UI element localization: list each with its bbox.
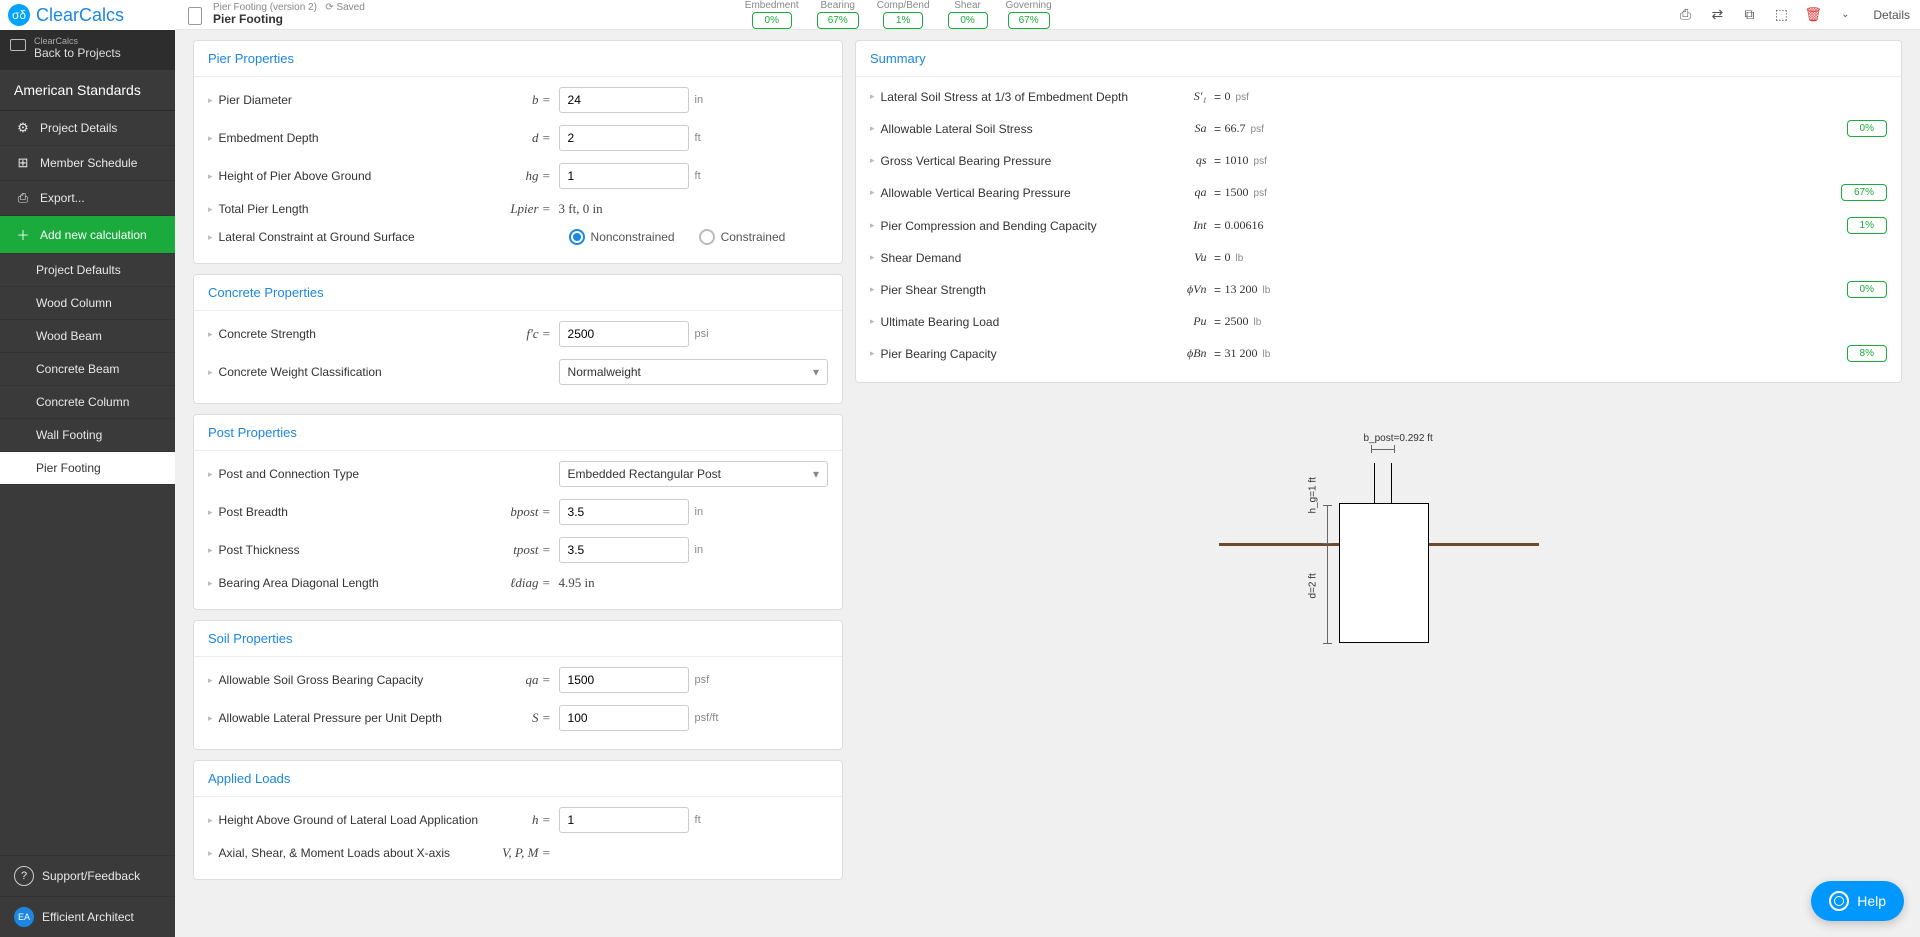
support-feedback[interactable]: ? Support/Feedback [0,855,175,896]
sidebar: σδ ClearCalcs ClearCalcs Back to Project… [0,0,175,937]
stat-compbend: Comp/Bend1% [877,0,930,29]
card-post-properties: Post Properties ▸Post and Connection Typ… [193,414,843,610]
calc-type-icon [185,4,203,26]
logo[interactable]: σδ ClearCalcs [0,0,175,30]
logo-icon: σδ [8,4,30,26]
card-summary: Summary ▸Lateral Soil Stress at 1/3 of E… [855,40,1902,383]
summary-row: ▸Shear DemandVu=0 lb [870,242,1887,273]
calc-concrete-beam[interactable]: Concrete Beam [0,353,175,386]
post-breadth-input[interactable] [559,499,689,525]
topbar: Pier Footing (version 2) ⟳ Saved Pier Fo… [175,0,1920,30]
card-concrete-properties: Concrete Properties ▸Concrete Strengthf'… [193,274,843,404]
share-button[interactable]: ⬚ [1773,7,1789,23]
details-button[interactable]: Details [1873,8,1910,22]
nav-project-details[interactable]: ⚙ Project Details [0,111,175,146]
plus-icon: ＋ [14,225,32,244]
radio-constrained[interactable]: Constrained [699,229,786,245]
concrete-strength-input[interactable] [559,321,689,347]
summary-row: ▸Pier Shear StrengthϕVn=13 200 lb0% [870,273,1887,306]
status-pills: Embedment0% Bearing67% Comp/Bend1% Shear… [745,0,1052,29]
stat-governing: Governing67% [1006,0,1052,29]
stat-shear: Shear0% [948,0,988,29]
logo-text: ClearCalcs [36,5,124,26]
print-button[interactable]: ⎙ [1677,7,1693,23]
summary-row: ▸Allowable Vertical Bearing Pressureqa=1… [870,176,1887,209]
stat-bearing: Bearing67% [817,0,859,29]
copy-button[interactable]: ⧉ [1741,7,1757,23]
back-to-projects[interactable]: ClearCalcs Back to Projects [0,30,175,70]
lateral-pressure-input[interactable] [559,705,689,731]
nav-export[interactable]: ⎙ Export... [0,181,175,216]
summary-row: ▸Ultimate Bearing LoadPu=2500 lb [870,306,1887,337]
post-type-select[interactable]: Embedded Rectangular Post [559,461,828,487]
grid-icon: ⊞ [14,155,32,171]
soil-bearing-input[interactable] [559,667,689,693]
pier-diameter-input[interactable] [559,87,689,113]
sidebar-section: American Standards [0,70,175,111]
summary-row: ▸Pier Compression and Bending CapacityIn… [870,209,1887,242]
expand-button[interactable]: ⌄ [1837,7,1853,23]
card-soil-properties: Soil Properties ▸Allowable Soil Gross Be… [193,620,843,750]
folder-icon [10,39,26,51]
user-account[interactable]: EA Efficient Architect [0,896,175,937]
card-applied-loads: Applied Loads ▸Height Above Ground of La… [193,760,843,880]
help-button[interactable]: Help [1811,881,1904,921]
card-pier-properties: Pier Properties ▸Pier Diameterb =in ▸Emb… [193,40,843,264]
help-icon: ? [14,866,34,886]
link-button[interactable]: ⇄ [1709,7,1725,23]
gear-icon: ⚙ [14,120,32,136]
embedment-depth-input[interactable] [559,125,689,151]
total-pier-length-value: 3 ft, 0 in [559,201,603,217]
calc-project-defaults[interactable]: Project Defaults [0,254,175,287]
radio-nonconstrained[interactable]: Nonconstrained [569,229,675,245]
calc-pier-footing[interactable]: Pier Footing [0,452,175,485]
avatar: EA [14,907,34,927]
page-title: Pier Footing [213,13,365,26]
calc-wall-footing[interactable]: Wall Footing [0,419,175,452]
nav-member-schedule[interactable]: ⊞ Member Schedule [0,146,175,181]
calc-wood-beam[interactable]: Wood Beam [0,320,175,353]
post-thickness-input[interactable] [559,537,689,563]
concrete-weight-select[interactable]: Normalweight [559,359,828,385]
lateral-load-height-input[interactable] [559,807,689,833]
pier-diagram: b_post=0.292 ft h_g=1 ft d=2 ft [1219,433,1539,663]
calc-wood-column[interactable]: Wood Column [0,287,175,320]
summary-row: ▸Gross Vertical Bearing Pressureqs=1010 … [870,145,1887,176]
summary-row: ▸Lateral Soil Stress at 1/3 of Embedment… [870,81,1887,112]
delete-button[interactable]: 🗑 [1805,7,1821,23]
lifebuoy-icon [1829,891,1849,911]
add-new-calculation[interactable]: ＋ Add new calculation [0,216,175,254]
summary-row: ▸Pier Bearing CapacityϕBn=31 200 lb8% [870,337,1887,370]
stat-embedment: Embedment0% [745,0,799,29]
bearing-diagonal-value: 4.95 in [559,575,595,591]
calc-concrete-column[interactable]: Concrete Column [0,386,175,419]
height-above-ground-input[interactable] [559,163,689,189]
print-icon: ⎙ [14,190,32,206]
summary-row: ▸Allowable Lateral Soil StressSa=66.7 ps… [870,112,1887,145]
